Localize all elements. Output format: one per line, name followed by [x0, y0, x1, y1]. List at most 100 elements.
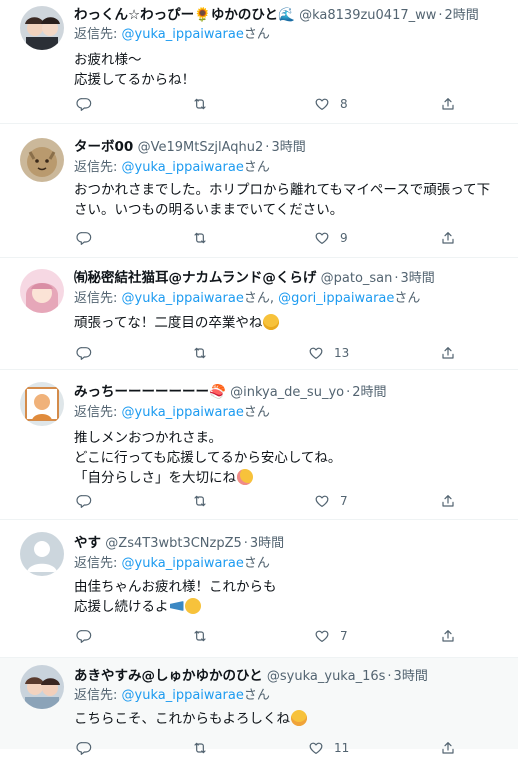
- user-handle[interactable]: @ka8139zu0417_ww: [299, 8, 436, 23]
- avatar[interactable]: [20, 269, 64, 313]
- hugging-emoji-icon: [291, 710, 307, 726]
- tweet-actions: 7: [74, 491, 454, 511]
- retweet-button[interactable]: [192, 94, 208, 114]
- timestamp[interactable]: 2時間: [445, 8, 479, 23]
- tweet-card[interactable]: ターボ00 @Ve19MtSzjlAqhu2 · 3時間 返信先: @yuka_ip…: [0, 124, 518, 258]
- reply-prefix: 返信先:: [74, 688, 122, 703]
- reply-icon: [76, 628, 92, 644]
- display-name[interactable]: わっくん☆わっぴー🌻ゆかのひと🌊: [74, 7, 295, 23]
- timestamp[interactable]: 3時間: [250, 536, 284, 551]
- share-icon: [440, 740, 456, 756]
- reply-button[interactable]: [76, 94, 92, 114]
- timestamp[interactable]: 2時間: [352, 385, 386, 400]
- like-button[interactable]: 9: [314, 228, 348, 248]
- tweet-text-content: 由佳ちゃんお疲れ様！これからも 応援し続けるよ: [74, 579, 277, 615]
- avatar[interactable]: [20, 665, 64, 709]
- user-handle[interactable]: @pato_san: [321, 271, 393, 286]
- reply-prefix: 返信先:: [74, 405, 122, 420]
- display-name[interactable]: みっちーーーーーーー🍣: [74, 384, 226, 400]
- reply-to-line: 返信先: @yuka_ippaiwaraeさん, @gori_ippaiwara…: [74, 291, 421, 306]
- tweet-text-content: 頑張ってな！二度目の卒業やね: [74, 315, 263, 331]
- like-count: 7: [340, 494, 348, 508]
- reply-icon: [76, 345, 92, 361]
- share-button[interactable]: [440, 491, 456, 511]
- user-handle[interactable]: @inkya_de_su_yo: [230, 385, 344, 400]
- tweet-header: みっちーーーーーーー🍣 @inkya_de_su_yo · 2時間: [74, 382, 506, 402]
- reply-button[interactable]: [76, 738, 92, 758]
- like-count: 13: [334, 346, 350, 360]
- like-button[interactable]: 13: [308, 343, 349, 363]
- tweet-text-content: こちらこそ、これからもよろしくね: [74, 711, 290, 727]
- tweet-actions: 7: [74, 626, 454, 646]
- avatar[interactable]: [20, 6, 64, 50]
- avatar[interactable]: [20, 138, 64, 182]
- reply-mention-link[interactable]: @yuka_ippaiwarae: [122, 556, 244, 571]
- display-name[interactable]: ターボ00: [74, 139, 133, 155]
- tweet-card[interactable]: あきやすみ@しゅかゆかのひと @syuka_yuka_16s · 3時間 返信先: …: [0, 658, 518, 749]
- timestamp[interactable]: 3時間: [394, 669, 428, 684]
- share-button[interactable]: [440, 626, 456, 646]
- display-name[interactable]: ㈲秘密結社猫耳@ナカムランド@くらげ: [74, 270, 316, 286]
- share-icon: [440, 493, 456, 509]
- tweet-card[interactable]: ㈲秘密結社猫耳@ナカムランド@くらげ @pato_san · 3時間 返信先: @y…: [0, 258, 518, 370]
- share-button[interactable]: [440, 228, 456, 248]
- reply-mention-link[interactable]: @yuka_ippaiwarae: [122, 291, 244, 306]
- user-handle[interactable]: @syuka_yuka_16s: [267, 669, 386, 684]
- like-button[interactable]: 7: [314, 491, 348, 511]
- share-button[interactable]: [440, 343, 456, 363]
- mention-suffix: さん: [243, 556, 270, 571]
- heart-icon: [314, 96, 330, 112]
- like-button[interactable]: 7: [314, 626, 348, 646]
- reply-button[interactable]: [76, 626, 92, 646]
- reply-to-line: 返信先: @yuka_ippaiwaraeさん: [74, 26, 270, 44]
- tweet-card[interactable]: みっちーーーーーーー🍣 @inkya_de_su_yo · 2時間 返信先: @yu…: [0, 370, 518, 520]
- timestamp[interactable]: 3時間: [271, 140, 305, 155]
- like-button[interactable]: 8: [314, 94, 348, 114]
- mention-suffix: さん: [243, 160, 270, 175]
- reply-button[interactable]: [76, 228, 92, 248]
- reply-mention-link-2[interactable]: @gori_ippaiwarae: [278, 291, 394, 306]
- tweet-card[interactable]: わっくん☆わっぴー🌻ゆかのひと🌊 @ka8139zu0417_ww · 2時間 返信…: [0, 0, 518, 124]
- mention-suffix: さん: [243, 27, 270, 42]
- avatar[interactable]: [20, 382, 64, 426]
- reply-mention-link[interactable]: @yuka_ippaiwarae: [122, 27, 244, 42]
- like-count: 11: [334, 741, 350, 755]
- sweat-smile-emoji-icon: [263, 314, 280, 330]
- tweet-actions: 8: [74, 94, 454, 114]
- reply-button[interactable]: [76, 491, 92, 511]
- retweet-icon: [192, 345, 208, 361]
- reply-mention-link[interactable]: @yuka_ippaiwarae: [122, 688, 244, 703]
- reply-to-line: 返信先: @yuka_ippaiwaraeさん: [74, 159, 270, 177]
- reply-prefix: 返信先:: [74, 556, 122, 571]
- retweet-button[interactable]: [192, 738, 208, 758]
- reply-button[interactable]: [76, 343, 92, 363]
- retweet-icon: [192, 230, 208, 246]
- display-name[interactable]: やす: [74, 535, 101, 551]
- tweet-actions: 9: [74, 228, 454, 248]
- tweet-actions: 11: [74, 738, 454, 758]
- reply-mention-link[interactable]: @yuka_ippaiwarae: [122, 160, 244, 175]
- user-handle[interactable]: @Zs4T3wbt3CNzpZ5: [105, 536, 241, 551]
- tweet-card[interactable]: やす @Zs4T3wbt3CNzpZ5 · 3時間 返信先: @yuka_ippai…: [0, 520, 518, 658]
- heart-icon: [314, 628, 330, 644]
- avatar[interactable]: [20, 532, 64, 576]
- tweet-text: 由佳ちゃんお疲れ様！これからも 応援し続けるよ: [74, 577, 500, 617]
- tweet-text: こちらこそ、これからもよろしくね: [74, 709, 500, 729]
- retweet-icon: [192, 740, 208, 756]
- user-handle[interactable]: @Ve19MtSzjlAqhu2: [138, 140, 264, 155]
- retweet-button[interactable]: [192, 228, 208, 248]
- retweet-button[interactable]: [192, 626, 208, 646]
- retweet-button[interactable]: [192, 343, 208, 363]
- heart-icon: [308, 345, 324, 361]
- like-button[interactable]: 11: [308, 738, 349, 758]
- share-button[interactable]: [440, 94, 456, 114]
- display-name[interactable]: あきやすみ@しゅかゆかのひと: [74, 668, 263, 684]
- reply-mention-link[interactable]: @yuka_ippaiwarae: [122, 405, 244, 420]
- mention-suffix: さん: [243, 405, 270, 420]
- reply-to-line: 返信先: @yuka_ippaiwaraeさん: [74, 404, 270, 422]
- timestamp[interactable]: 3時間: [401, 271, 435, 286]
- share-button[interactable]: [440, 738, 456, 758]
- reply-icon: [76, 740, 92, 756]
- retweet-icon: [192, 493, 208, 509]
- retweet-button[interactable]: [192, 491, 208, 511]
